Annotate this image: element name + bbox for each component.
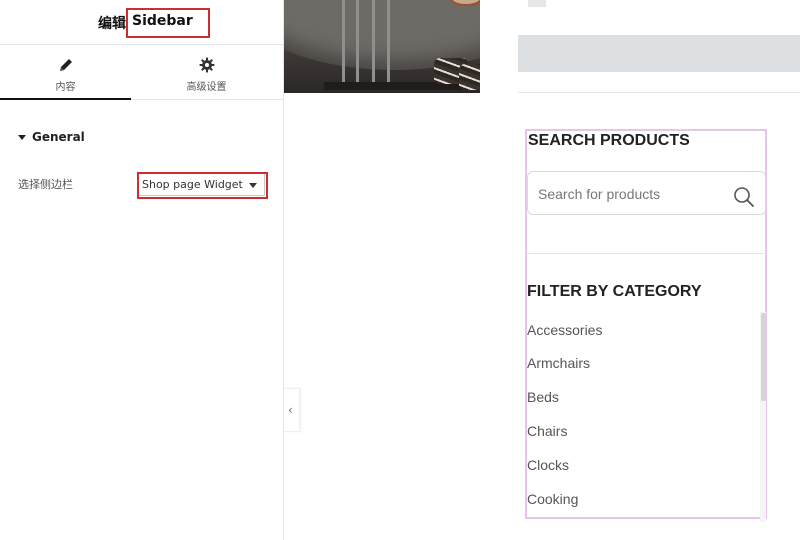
filter-by-category-heading: FILTER BY CATEGORY (527, 283, 702, 300)
category-link-accessories[interactable]: Accessories (527, 322, 602, 338)
tab-content[interactable]: 内容 (0, 45, 131, 100)
editor-panel: 编辑 Sidebar 内容 高级设置 General 选择侧边栏 Shop pa… (0, 0, 284, 540)
panel-header: 编辑 Sidebar (0, 0, 284, 45)
search-icon[interactable] (733, 186, 755, 208)
tab-advanced-settings[interactable]: 高级设置 (141, 45, 272, 100)
dropdown-caret-icon (249, 183, 257, 188)
panel-tabs: 内容 高级设置 (0, 45, 284, 100)
gear-icon (199, 57, 214, 73)
section-general-toggle[interactable]: General (18, 130, 85, 144)
pencil-icon (59, 59, 72, 71)
panel-title-widget-name: Sidebar (132, 13, 193, 29)
sidebar-select-label: 选择侧边栏 (18, 178, 73, 191)
product-search-input[interactable]: Search for products (527, 171, 766, 215)
category-link-armchairs[interactable]: Armchairs (527, 355, 590, 371)
category-link-clocks[interactable]: Clocks (527, 457, 569, 473)
chevron-left-icon: ‹ (288, 403, 293, 417)
placeholder-bar (518, 35, 800, 72)
tab-advanced-settings-label: 高级设置 (186, 82, 227, 93)
sidebar-select-value: Shop page Widget Area (142, 178, 246, 191)
sidebar-select[interactable]: Shop page Widget Area (138, 172, 265, 196)
category-link-chairs[interactable]: Chairs (527, 423, 567, 439)
category-link-beds[interactable]: Beds (527, 389, 559, 405)
tab-content-label: 内容 (55, 82, 76, 93)
product-image (284, 0, 480, 93)
placeholder-block (528, 0, 546, 7)
panel-title-prefix: 编辑 (98, 16, 126, 32)
caret-down-icon (18, 135, 26, 140)
section-general-label: General (32, 130, 85, 144)
search-placeholder: Search for products (538, 186, 661, 202)
collapse-panel-button[interactable]: ‹ (284, 388, 300, 432)
divider (527, 253, 766, 254)
divider (518, 92, 800, 93)
category-scrollbar-thumb[interactable] (761, 313, 766, 401)
category-link-cooking[interactable]: Cooking (527, 491, 578, 507)
search-products-heading: SEARCH PRODUCTS (528, 132, 690, 149)
